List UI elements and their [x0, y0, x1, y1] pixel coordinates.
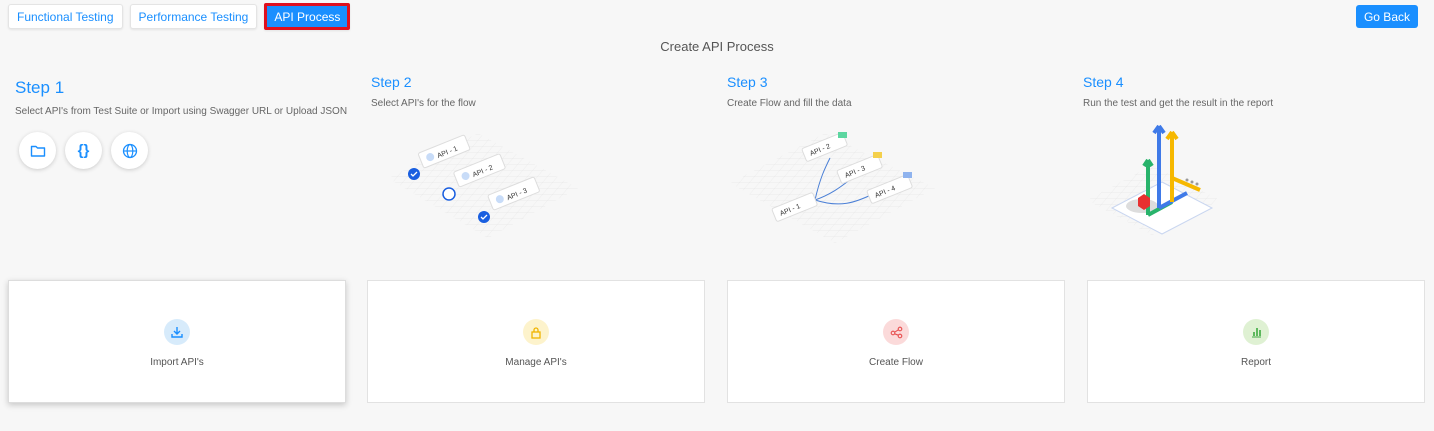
- braces-icon: {}: [77, 142, 90, 159]
- tab-functional-testing[interactable]: Functional Testing: [8, 4, 123, 29]
- step-3: Step 3 Create Flow and fill the data: [727, 74, 852, 109]
- tab-performance-testing[interactable]: Performance Testing: [129, 4, 258, 29]
- step-3-description: Create Flow and fill the data: [727, 98, 852, 109]
- download-icon: [164, 319, 190, 345]
- step-2-illustration: API - 1 API - 2 API - 3: [388, 133, 578, 238]
- step-4-illustration: [1087, 124, 1220, 235]
- globe-icon: [122, 143, 137, 158]
- folder-icon: [30, 145, 45, 157]
- import-apis-card[interactable]: Import API's: [8, 280, 346, 403]
- import-options: {}: [19, 132, 148, 169]
- step-4-title: Step 4: [1083, 74, 1124, 90]
- create-flow-label: Create Flow: [869, 357, 923, 368]
- step-3-title: Step 3: [727, 74, 768, 90]
- json-upload-button[interactable]: {}: [65, 132, 102, 169]
- step-2-title: Step 2: [371, 74, 412, 90]
- go-back-button[interactable]: Go Back: [1355, 5, 1418, 28]
- manage-apis-label: Manage API's: [505, 357, 567, 368]
- bar-chart-icon: [1243, 319, 1269, 345]
- step-1: Step 1 Select API's from Test Suite or I…: [15, 74, 347, 117]
- report-label: Report: [1240, 357, 1271, 368]
- tab-api-process[interactable]: API Process: [264, 3, 351, 30]
- share-icon: [883, 319, 909, 345]
- swagger-url-button[interactable]: [111, 132, 148, 169]
- folder-upload-button[interactable]: [19, 132, 56, 169]
- step-1-description: Select API's from Test Suite or Import u…: [15, 106, 348, 117]
- step-2: Step 2 Select API's for the flow: [371, 74, 476, 109]
- tab-bar: Functional Testing Performance Testing A…: [8, 3, 351, 30]
- page-title: Create API Process: [660, 39, 774, 54]
- step-4: Step 4 Run the test and get the result i…: [1083, 74, 1273, 109]
- import-apis-label: Import API's: [150, 357, 204, 368]
- step-2-description: Select API's for the flow: [371, 98, 476, 109]
- step-3-illustration: API - 2 API - 3 API - 4 API - 1: [730, 132, 935, 243]
- create-flow-card[interactable]: Create Flow: [727, 280, 1065, 403]
- step-4-description: Run the test and get the result in the r…: [1083, 98, 1274, 109]
- step-1-title: Step 1: [15, 78, 65, 97]
- report-card[interactable]: Report: [1087, 280, 1425, 403]
- manage-apis-card[interactable]: Manage API's: [367, 280, 705, 403]
- lock-icon: [523, 319, 549, 345]
